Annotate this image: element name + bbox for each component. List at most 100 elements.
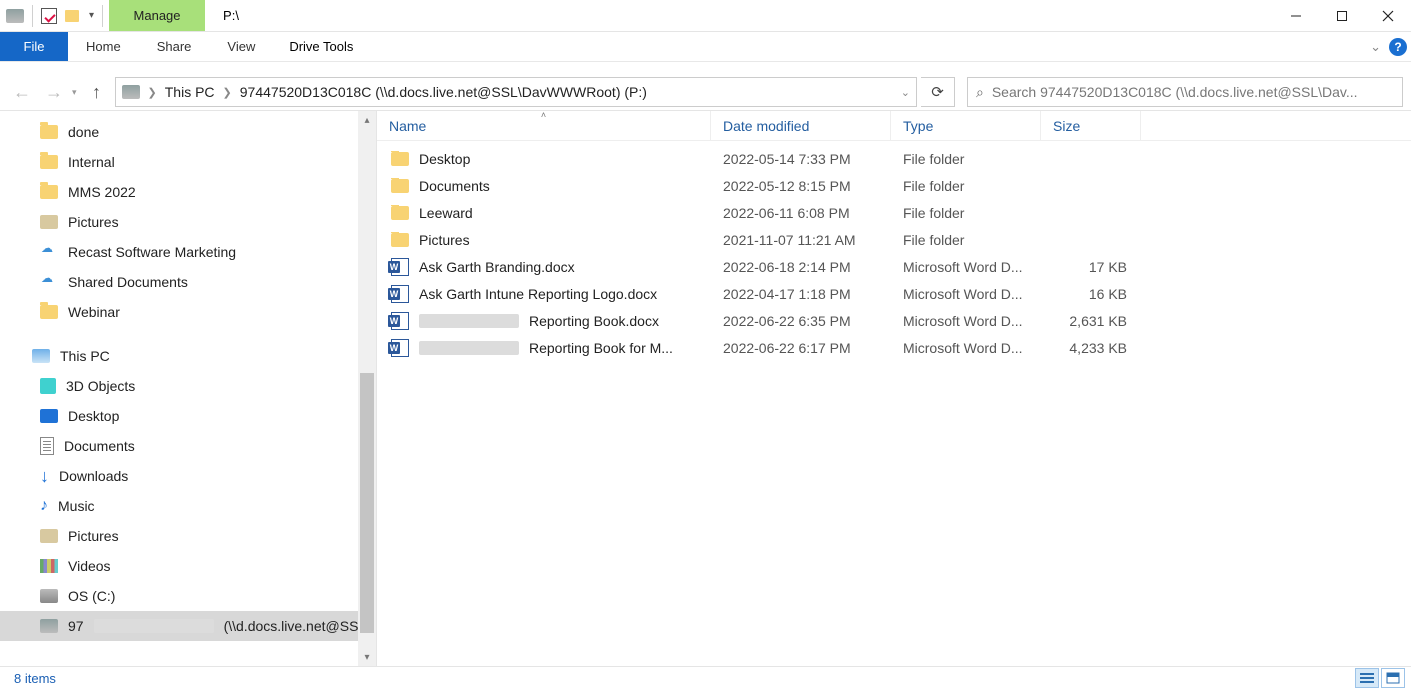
word-doc-icon xyxy=(391,339,409,357)
chevron-right-icon[interactable]: ❯ xyxy=(223,86,232,99)
tree-item[interactable]: Documents xyxy=(0,431,376,461)
tab-share[interactable]: Share xyxy=(139,32,210,61)
tree-item[interactable]: ♪ Music xyxy=(0,491,376,521)
folder-icon xyxy=(391,233,409,247)
breadcrumb[interactable]: 97447520D13C018C (\\d.docs.live.net@SSL\… xyxy=(240,84,647,100)
ribbon-collapse-icon[interactable]: ⌄ xyxy=(1370,39,1381,55)
tree-item-label: Music xyxy=(58,498,95,514)
tree-item[interactable]: MMS 2022 xyxy=(0,177,376,207)
tree-item-this-pc[interactable]: This PC xyxy=(0,341,376,371)
folder-icon xyxy=(40,155,58,169)
back-button[interactable]: ← xyxy=(8,78,36,106)
minimize-button[interactable] xyxy=(1273,0,1319,31)
search-box[interactable]: ⌕ Search 97447520D13C018C (\\d.docs.live… xyxy=(967,77,1403,107)
3d-icon xyxy=(40,378,56,394)
tab-drive-tools[interactable]: Drive Tools xyxy=(273,32,369,61)
tree-item-selected[interactable]: 97(\\d.docs.live.net@SSL\ xyxy=(0,611,376,641)
desktop-icon xyxy=(40,409,58,423)
title-bar: ▾ Manage P:\ xyxy=(0,0,1411,32)
folder-icon xyxy=(40,125,58,139)
cell-date: 2022-06-11 6:08 PM xyxy=(711,205,891,221)
file-row[interactable]: Reporting Book.docx2022-06-22 6:35 PMMic… xyxy=(377,307,1411,334)
column-name[interactable]: Name ˄ xyxy=(377,111,711,140)
file-row[interactable]: Documents2022-05-12 8:15 PMFile folder xyxy=(377,172,1411,199)
music-icon: ♪ xyxy=(40,497,48,515)
column-type[interactable]: Type xyxy=(891,111,1041,140)
address-dropdown-icon[interactable]: ⌄ xyxy=(901,86,910,99)
status-text: 8 items xyxy=(14,671,56,686)
folder-icon xyxy=(65,10,79,22)
cell-name: Ask Garth Intune Reporting Logo.docx xyxy=(377,285,711,303)
file-row[interactable]: Desktop2022-05-14 7:33 PMFile folder xyxy=(377,145,1411,172)
cell-date: 2022-06-22 6:35 PM xyxy=(711,313,891,329)
tree-item-label: Pictures xyxy=(68,528,119,544)
tree-item[interactable]: OS (C:) xyxy=(0,581,376,611)
up-button[interactable]: ↑ xyxy=(83,78,111,106)
separator xyxy=(32,5,33,27)
tree-item-label: Internal xyxy=(68,154,115,170)
cell-type: File folder xyxy=(891,178,1041,194)
word-doc-icon xyxy=(391,312,409,330)
file-name: Leeward xyxy=(419,205,473,221)
search-placeholder: Search 97447520D13C018C (\\d.docs.live.n… xyxy=(992,84,1358,100)
tab-view[interactable]: View xyxy=(209,32,273,61)
file-row[interactable]: Ask Garth Branding.docx2022-06-18 2:14 P… xyxy=(377,253,1411,280)
tree-item[interactable]: 3D Objects xyxy=(0,371,376,401)
chevron-right-icon[interactable]: ❯ xyxy=(148,86,157,99)
qat-dropdown-icon[interactable]: ▾ xyxy=(89,10,94,21)
address-bar[interactable]: ❯ This PC ❯ 97447520D13C018C (\\d.docs.l… xyxy=(115,77,917,107)
cell-date: 2021-11-07 11:21 AM xyxy=(711,232,891,248)
cell-date: 2022-04-17 1:18 PM xyxy=(711,286,891,302)
properties-icon[interactable] xyxy=(41,8,57,24)
forward-button[interactable]: → xyxy=(40,78,68,106)
cell-type: Microsoft Word D... xyxy=(891,259,1041,275)
tree-item[interactable]: Desktop xyxy=(0,401,376,431)
scroll-thumb[interactable] xyxy=(360,373,374,633)
cell-type: Microsoft Word D... xyxy=(891,286,1041,302)
scrollbar[interactable]: ▴ ▾ xyxy=(358,111,376,666)
history-dropdown-icon[interactable]: ▾ xyxy=(72,87,77,98)
tab-home[interactable]: Home xyxy=(68,32,139,61)
tree-item[interactable]: Recast Software Marketing xyxy=(0,237,376,267)
lib-icon xyxy=(40,529,58,543)
breadcrumb[interactable]: This PC xyxy=(165,84,215,100)
tree-item[interactable]: ↓Downloads xyxy=(0,461,376,491)
column-date[interactable]: Date modified xyxy=(711,111,891,140)
file-row[interactable]: Leeward2022-06-11 6:08 PMFile folder xyxy=(377,199,1411,226)
tree-item-label: 3D Objects xyxy=(66,378,135,394)
tree-item[interactable]: Pictures xyxy=(0,207,376,237)
help-icon[interactable]: ? xyxy=(1389,38,1407,56)
tree-item[interactable]: Internal xyxy=(0,147,376,177)
file-name: Reporting Book.docx xyxy=(529,313,659,329)
folder-icon xyxy=(40,185,58,199)
file-row[interactable]: Pictures2021-11-07 11:21 AMFile folder xyxy=(377,226,1411,253)
maximize-button[interactable] xyxy=(1319,0,1365,31)
thumbnails-view-button[interactable] xyxy=(1381,668,1405,688)
new-folder-button[interactable] xyxy=(65,10,79,22)
tree-item[interactable]: Shared Documents xyxy=(0,267,376,297)
drive-icon xyxy=(122,85,140,99)
column-size[interactable]: Size xyxy=(1041,111,1141,140)
tree-item[interactable]: Videos xyxy=(0,551,376,581)
tree-item[interactable]: done xyxy=(0,117,376,147)
file-row[interactable]: Reporting Book for M...2022-06-22 6:17 P… xyxy=(377,334,1411,361)
ribbon: File Home Share View Drive Tools ⌄ ? xyxy=(0,32,1411,62)
refresh-button[interactable]: ⟳ xyxy=(921,77,955,107)
word-doc-icon xyxy=(391,285,409,303)
tab-file[interactable]: File xyxy=(0,32,68,61)
file-name: Pictures xyxy=(419,232,470,248)
tree-item[interactable]: Pictures xyxy=(0,521,376,551)
scroll-down-icon[interactable]: ▾ xyxy=(358,648,376,666)
details-view-button[interactable] xyxy=(1355,668,1379,688)
tree-item-label: Pictures xyxy=(68,214,119,230)
scroll-up-icon[interactable]: ▴ xyxy=(358,111,376,129)
file-row[interactable]: Ask Garth Intune Reporting Logo.docx2022… xyxy=(377,280,1411,307)
redacted-text xyxy=(419,314,519,328)
contextual-tab-manage[interactable]: Manage xyxy=(109,0,205,31)
tree-item-label: Documents xyxy=(64,438,135,454)
column-headers: Name ˄ Date modified Type Size xyxy=(377,111,1411,141)
tree-item[interactable]: Webinar xyxy=(0,297,376,327)
close-button[interactable] xyxy=(1365,0,1411,31)
netdrive-icon xyxy=(40,619,58,633)
lib-icon xyxy=(40,215,58,229)
